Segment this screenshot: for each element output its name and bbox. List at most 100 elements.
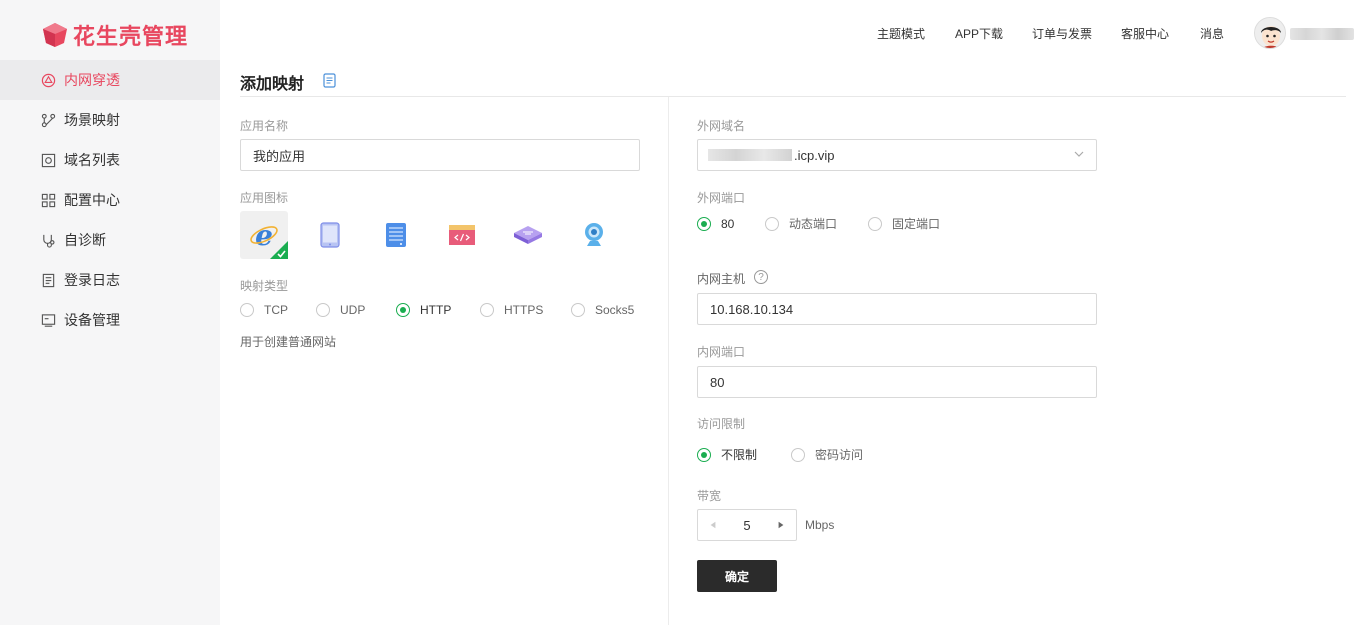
- config-center-icon: [40, 192, 56, 208]
- network-switch-icon: [514, 226, 542, 244]
- sidebar-item-label: 设备管理: [64, 312, 120, 328]
- internal-host-input[interactable]: 10.168.10.134: [697, 293, 1097, 325]
- sidebar-item-domain-list[interactable]: 域名列表: [0, 140, 220, 180]
- mapping-type-socks5-radio[interactable]: Socks5: [571, 303, 634, 317]
- avatar[interactable]: [1254, 17, 1286, 49]
- bandwidth-stepper[interactable]: 5: [697, 509, 797, 541]
- sidebar: 花生壳管理 内网穿透 场景映射 域名列表 配置中心 自诊断 登录日志 设备管理: [0, 0, 220, 625]
- internal-port-value: 80: [710, 374, 725, 390]
- theme-mode-link[interactable]: 主题模式: [877, 25, 925, 42]
- sidebar-item-label: 域名列表: [64, 152, 120, 168]
- app-icon-option-mobile[interactable]: [306, 211, 354, 259]
- document-icon[interactable]: [323, 73, 336, 88]
- radio-dot: [697, 216, 711, 231]
- chevron-down-icon: [1074, 151, 1084, 157]
- mapping-type-http-radio[interactable]: HTTP: [396, 303, 480, 317]
- customer-service-link[interactable]: 客服中心: [1121, 25, 1169, 42]
- radio-label: 密码访问: [815, 448, 864, 462]
- mapping-type-radio-group: TCP UDP HTTP HTTPS Socks5: [240, 303, 634, 317]
- internal-host-label: 内网主机: [697, 272, 746, 286]
- sidebar-item-device-management[interactable]: 设备管理: [0, 300, 220, 340]
- decrement-arrow-icon[interactable]: [708, 520, 718, 530]
- radio-dot: [791, 447, 805, 462]
- radio-dot: [396, 303, 410, 317]
- bandwidth-unit: Mbps: [805, 518, 835, 532]
- radio-label: TCP: [264, 303, 288, 317]
- sidebar-item-label: 自诊断: [64, 232, 106, 248]
- external-port-dynamic-radio[interactable]: 动态端口: [765, 215, 868, 232]
- mapping-type-hint: 用于创建普通网站: [240, 335, 337, 349]
- brand-name: 花生壳管理: [73, 24, 189, 49]
- confirm-button[interactable]: 确定: [697, 560, 777, 592]
- sidebar-item-label: 登录日志: [64, 272, 120, 288]
- external-domain-select[interactable]: .icp.vip: [697, 139, 1097, 171]
- radio-label: 动态端口: [789, 217, 838, 231]
- radio-label: UDP: [340, 303, 366, 317]
- app-icon-option-server[interactable]: [372, 211, 420, 259]
- app-icon-option-browser[interactable]: e: [240, 211, 288, 259]
- mapping-type-tcp-radio[interactable]: TCP: [240, 303, 316, 317]
- radio-dot: [480, 303, 494, 317]
- access-limit-radio-group: 不限制 密码访问: [697, 446, 863, 463]
- title-divider: [240, 96, 1346, 97]
- app-icon-option-web-code[interactable]: [438, 211, 486, 259]
- app-download-link[interactable]: APP下载: [955, 25, 1003, 42]
- external-domain-label: 外网域名: [697, 119, 746, 133]
- radio-dot: [697, 447, 711, 462]
- radio-label: 80: [721, 216, 735, 231]
- peanut-logo-icon: [42, 22, 68, 48]
- bandwidth-value: 5: [743, 517, 751, 533]
- tablet-icon: [320, 222, 340, 248]
- external-port-fixed-radio[interactable]: 固定端口: [868, 215, 940, 232]
- access-password-radio[interactable]: 密码访问: [791, 446, 863, 463]
- app-name-input[interactable]: 我的应用: [240, 139, 640, 171]
- scene-mapping-icon: [40, 112, 56, 128]
- radio-dot: [316, 303, 330, 317]
- radio-label: 不限制: [721, 448, 758, 462]
- internal-port-label: 内网端口: [697, 345, 746, 359]
- sidebar-item-label: 场景映射: [64, 112, 120, 128]
- top-bar: [220, 0, 1366, 64]
- increment-arrow-icon[interactable]: [776, 520, 786, 530]
- help-icon[interactable]: ?: [754, 270, 768, 284]
- selected-check-icon: [270, 241, 288, 259]
- login-log-icon: [40, 272, 56, 288]
- self-diagnosis-icon: [40, 232, 56, 248]
- device-management-icon: [40, 312, 56, 328]
- sidebar-item-network-penetration[interactable]: 内网穿透: [0, 60, 220, 100]
- mapping-type-label: 映射类型: [240, 279, 289, 293]
- page-title: 添加映射: [240, 76, 305, 93]
- mapping-type-https-radio[interactable]: HTTPS: [480, 303, 571, 317]
- webcam-icon: [585, 223, 603, 246]
- radio-dot: [868, 216, 882, 231]
- sidebar-item-label: 内网穿透: [64, 72, 120, 88]
- external-port-80-radio[interactable]: 80: [697, 216, 765, 231]
- messages-link[interactable]: 消息: [1200, 25, 1224, 42]
- sidebar-item-self-diagnosis[interactable]: 自诊断: [0, 220, 220, 260]
- external-domain-suffix: .icp.vip: [794, 147, 835, 163]
- domain-list-icon: [40, 152, 56, 168]
- internal-port-input[interactable]: 80: [697, 366, 1097, 398]
- internal-host-value: 10.168.10.134: [710, 301, 794, 317]
- sidebar-item-config-center[interactable]: 配置中心: [0, 180, 220, 220]
- external-port-radio-group: 80 动态端口 固定端口: [697, 215, 940, 232]
- domain-prefix-redacted: [708, 149, 792, 161]
- orders-invoices-link[interactable]: 订单与发票: [1032, 25, 1092, 42]
- web-code-icon: [449, 225, 475, 245]
- access-limit-label: 访问限制: [697, 417, 746, 431]
- access-unlimited-radio[interactable]: 不限制: [697, 446, 791, 463]
- app-name-value: 我的应用: [253, 148, 306, 164]
- radio-label: HTTPS: [504, 303, 544, 317]
- mapping-type-udp-radio[interactable]: UDP: [316, 303, 396, 317]
- app-icon-option-switch[interactable]: [504, 211, 552, 259]
- sidebar-item-login-log[interactable]: 登录日志: [0, 260, 220, 300]
- column-divider: [668, 97, 669, 625]
- sidebar-item-scene-mapping[interactable]: 场景映射: [0, 100, 220, 140]
- app-icon-option-camera[interactable]: [570, 211, 618, 259]
- bandwidth-label: 带宽: [697, 489, 722, 503]
- radio-label: 固定端口: [892, 217, 941, 231]
- brand-logo[interactable]: 花生壳管理: [42, 20, 188, 50]
- radio-label: HTTP: [420, 303, 452, 317]
- radio-label: Socks5: [595, 303, 635, 317]
- network-penetration-icon: [40, 72, 56, 88]
